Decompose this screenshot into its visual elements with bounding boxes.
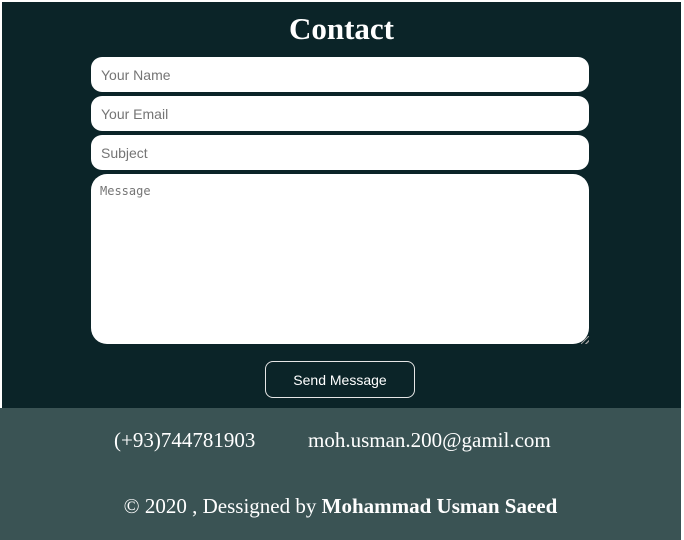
email-link[interactable]: moh.usman.200@gamil.com [308, 427, 551, 453]
message-textarea[interactable] [91, 174, 589, 344]
contact-title: Contact [288, 11, 395, 46]
email-input[interactable] [91, 96, 589, 131]
send-message-button[interactable]: Send Message [265, 361, 415, 398]
name-input[interactable] [91, 57, 589, 92]
author-name: Mohammad Usman Saeed [321, 494, 558, 518]
copyright: © 2020 , Dessigned by Mohammad Usman Sae… [0, 493, 681, 519]
phone-number: (+93)744781903 [114, 428, 256, 452]
copyright-text: © 2020 , Dessigned by [123, 494, 322, 518]
footer: (+93)744781903 moh.usman.200@gamil.com ©… [0, 408, 681, 540]
resize-grip-icon[interactable] [581, 336, 589, 344]
subject-input[interactable] [91, 135, 589, 170]
contact-section: Contact Send Message [2, 2, 681, 408]
